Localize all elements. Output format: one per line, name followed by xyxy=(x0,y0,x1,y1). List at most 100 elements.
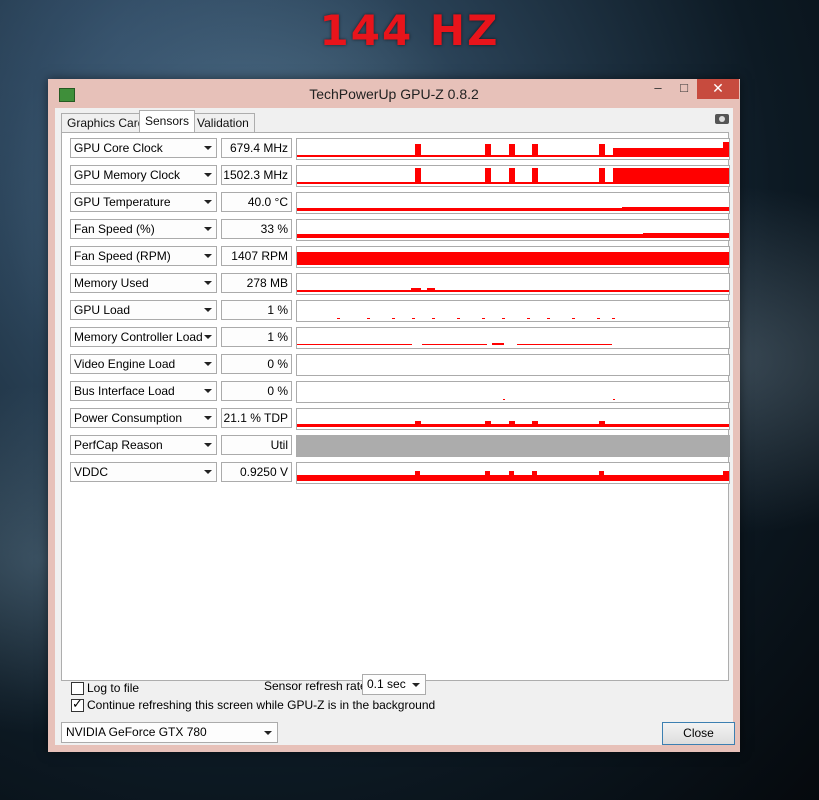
chevron-down-icon xyxy=(204,362,212,366)
sensor-value: 21.1 % TDP xyxy=(221,408,292,428)
log-to-file-checkbox[interactable] xyxy=(71,682,84,695)
sensor-value: 33 % xyxy=(221,219,292,239)
refresh-rate-value: 0.1 sec xyxy=(367,677,406,691)
chevron-down-icon xyxy=(204,443,212,447)
gpu-select[interactable]: NVIDIA GeForce GTX 780 xyxy=(61,722,278,743)
camera-icon[interactable] xyxy=(715,114,729,124)
chevron-down-icon xyxy=(204,173,212,177)
sensor-name-select[interactable]: PerfCap Reason xyxy=(70,435,217,455)
sensor-row-bus-interface-load: Bus Interface Load 0 % xyxy=(70,381,730,403)
chevron-down-icon xyxy=(204,254,212,258)
window-title: TechPowerUp GPU-Z 0.8.2 xyxy=(309,86,479,102)
sensor-graph xyxy=(296,462,730,484)
sensor-name-select[interactable]: Video Engine Load xyxy=(70,354,217,374)
chevron-down-icon xyxy=(204,227,212,231)
sensor-graph xyxy=(296,408,730,430)
log-to-file-label: Log to file xyxy=(87,681,140,695)
sensor-name-select[interactable]: Fan Speed (RPM) xyxy=(70,246,217,266)
continue-refresh-checkbox[interactable] xyxy=(71,696,84,712)
sensor-name-select[interactable]: Bus Interface Load xyxy=(70,381,217,401)
gpu-select-value: NVIDIA GeForce GTX 780 xyxy=(66,725,207,739)
sensor-graph xyxy=(296,273,730,295)
sensor-graph xyxy=(296,219,730,241)
sensor-name-select[interactable]: Memory Used xyxy=(70,273,217,293)
title-bar[interactable]: TechPowerUp GPU-Z 0.8.2 – □ ✕ xyxy=(48,79,740,108)
sensor-graph xyxy=(296,138,730,160)
sensor-value: 278 MB xyxy=(221,273,292,293)
sensor-row-gpu-memory-clock: GPU Memory Clock 1502.3 MHz xyxy=(70,165,730,187)
sensor-value: 1 % xyxy=(221,300,292,320)
sensor-row-fan-speed-rpm: Fan Speed (RPM) 1407 RPM xyxy=(70,246,730,268)
sensor-name: Bus Interface Load xyxy=(74,384,175,398)
sensor-row-memory-controller-load: Memory Controller Load 1 % xyxy=(70,327,730,349)
sensor-value: 40.0 °C xyxy=(221,192,292,212)
sensor-row-power-consumption: Power Consumption 21.1 % TDP xyxy=(70,408,730,430)
sensor-row-vddc: VDDC 0.9250 V xyxy=(70,462,730,484)
sensor-graph xyxy=(296,246,730,268)
chevron-down-icon xyxy=(204,335,212,339)
chevron-down-icon xyxy=(204,308,212,312)
sensor-name: PerfCap Reason xyxy=(74,438,163,452)
sensor-row-gpu-core-clock: GPU Core Clock 679.4 MHz xyxy=(70,138,730,160)
chevron-down-icon xyxy=(204,146,212,150)
maximize-button[interactable]: □ xyxy=(671,79,697,99)
refresh-rate-label: Sensor refresh rate: xyxy=(264,679,371,693)
sensor-value: 0.9250 V xyxy=(221,462,292,482)
sensor-value: Util xyxy=(221,435,292,455)
sensor-name: Fan Speed (RPM) xyxy=(74,249,171,263)
sensor-name: Video Engine Load xyxy=(74,357,176,371)
tab-sensors[interactable]: Sensors xyxy=(139,110,196,132)
sensor-graph xyxy=(296,300,730,322)
sensor-graph xyxy=(296,192,730,214)
sensor-graph xyxy=(296,327,730,349)
tab-graphics-card[interactable]: Graphics Card xyxy=(61,113,151,132)
sensor-name-select[interactable]: GPU Core Clock xyxy=(70,138,217,158)
sensor-name: Memory Used xyxy=(74,276,149,290)
sensor-value: 679.4 MHz xyxy=(221,138,292,158)
sensor-name-select[interactable]: GPU Temperature xyxy=(70,192,217,212)
chevron-down-icon xyxy=(204,470,212,474)
minimize-button[interactable]: – xyxy=(645,79,671,99)
sensor-value: 0 % xyxy=(221,381,292,401)
sensor-name: GPU Memory Clock xyxy=(74,168,181,182)
sensor-graph xyxy=(296,435,730,457)
sensor-name-select[interactable]: GPU Load xyxy=(70,300,217,320)
sensor-row-fan-speed: Fan Speed (%) 33 % xyxy=(70,219,730,241)
sensor-graph xyxy=(296,381,730,403)
chevron-down-icon xyxy=(204,281,212,285)
sensor-graph xyxy=(296,165,730,187)
window-close-button[interactable]: ✕ xyxy=(697,79,739,99)
sensor-name: Power Consumption xyxy=(74,411,183,425)
banner-text: 144 HZ xyxy=(319,6,500,55)
sensor-name: Memory Controller Load xyxy=(74,330,203,344)
sensor-name-select[interactable]: Fan Speed (%) xyxy=(70,219,217,239)
sensor-row-video-engine-load: Video Engine Load 0 % xyxy=(70,354,730,376)
close-button[interactable]: Close xyxy=(662,722,735,745)
sensor-name-select[interactable]: Memory Controller Load xyxy=(70,327,217,347)
sensor-name: GPU Load xyxy=(74,303,131,317)
sensors-panel: GPU Core Clock 679.4 MHz GPU Memory Clock 1… xyxy=(61,132,730,681)
sensor-value: 1407 RPM xyxy=(221,246,292,266)
sensor-name: Fan Speed (%) xyxy=(74,222,155,236)
chevron-down-icon xyxy=(264,731,272,735)
sensor-row-memory-used: Memory Used 278 MB xyxy=(70,273,730,295)
sensor-value: 1 % xyxy=(221,327,292,347)
sensor-row-perfcap-reason: PerfCap Reason Util xyxy=(70,435,730,457)
client-area: Graphics Card Sensors Validation GPU Cor… xyxy=(55,108,735,745)
chevron-down-icon xyxy=(204,200,212,204)
chevron-down-icon xyxy=(204,416,212,420)
gpuz-window: TechPowerUp GPU-Z 0.8.2 – □ ✕ Graphics C… xyxy=(48,79,740,752)
chevron-down-icon xyxy=(204,389,212,393)
sensor-name: VDDC xyxy=(74,465,109,479)
sensor-name-select[interactable]: VDDC xyxy=(70,462,217,482)
sensor-name: GPU Core Clock xyxy=(74,141,163,155)
sensor-name: GPU Temperature xyxy=(74,195,171,209)
sensor-name-select[interactable]: GPU Memory Clock xyxy=(70,165,217,185)
sensor-row-gpu-temperature: GPU Temperature 40.0 °C xyxy=(70,192,730,214)
continue-refresh-label: Continue refreshing this screen while GP… xyxy=(87,698,436,712)
sensor-name-select[interactable]: Power Consumption xyxy=(70,408,217,428)
tab-validation[interactable]: Validation xyxy=(191,113,255,132)
chevron-down-icon xyxy=(412,683,420,687)
refresh-rate-select[interactable]: 0.1 sec xyxy=(362,674,426,695)
sensor-value: 0 % xyxy=(221,354,292,374)
